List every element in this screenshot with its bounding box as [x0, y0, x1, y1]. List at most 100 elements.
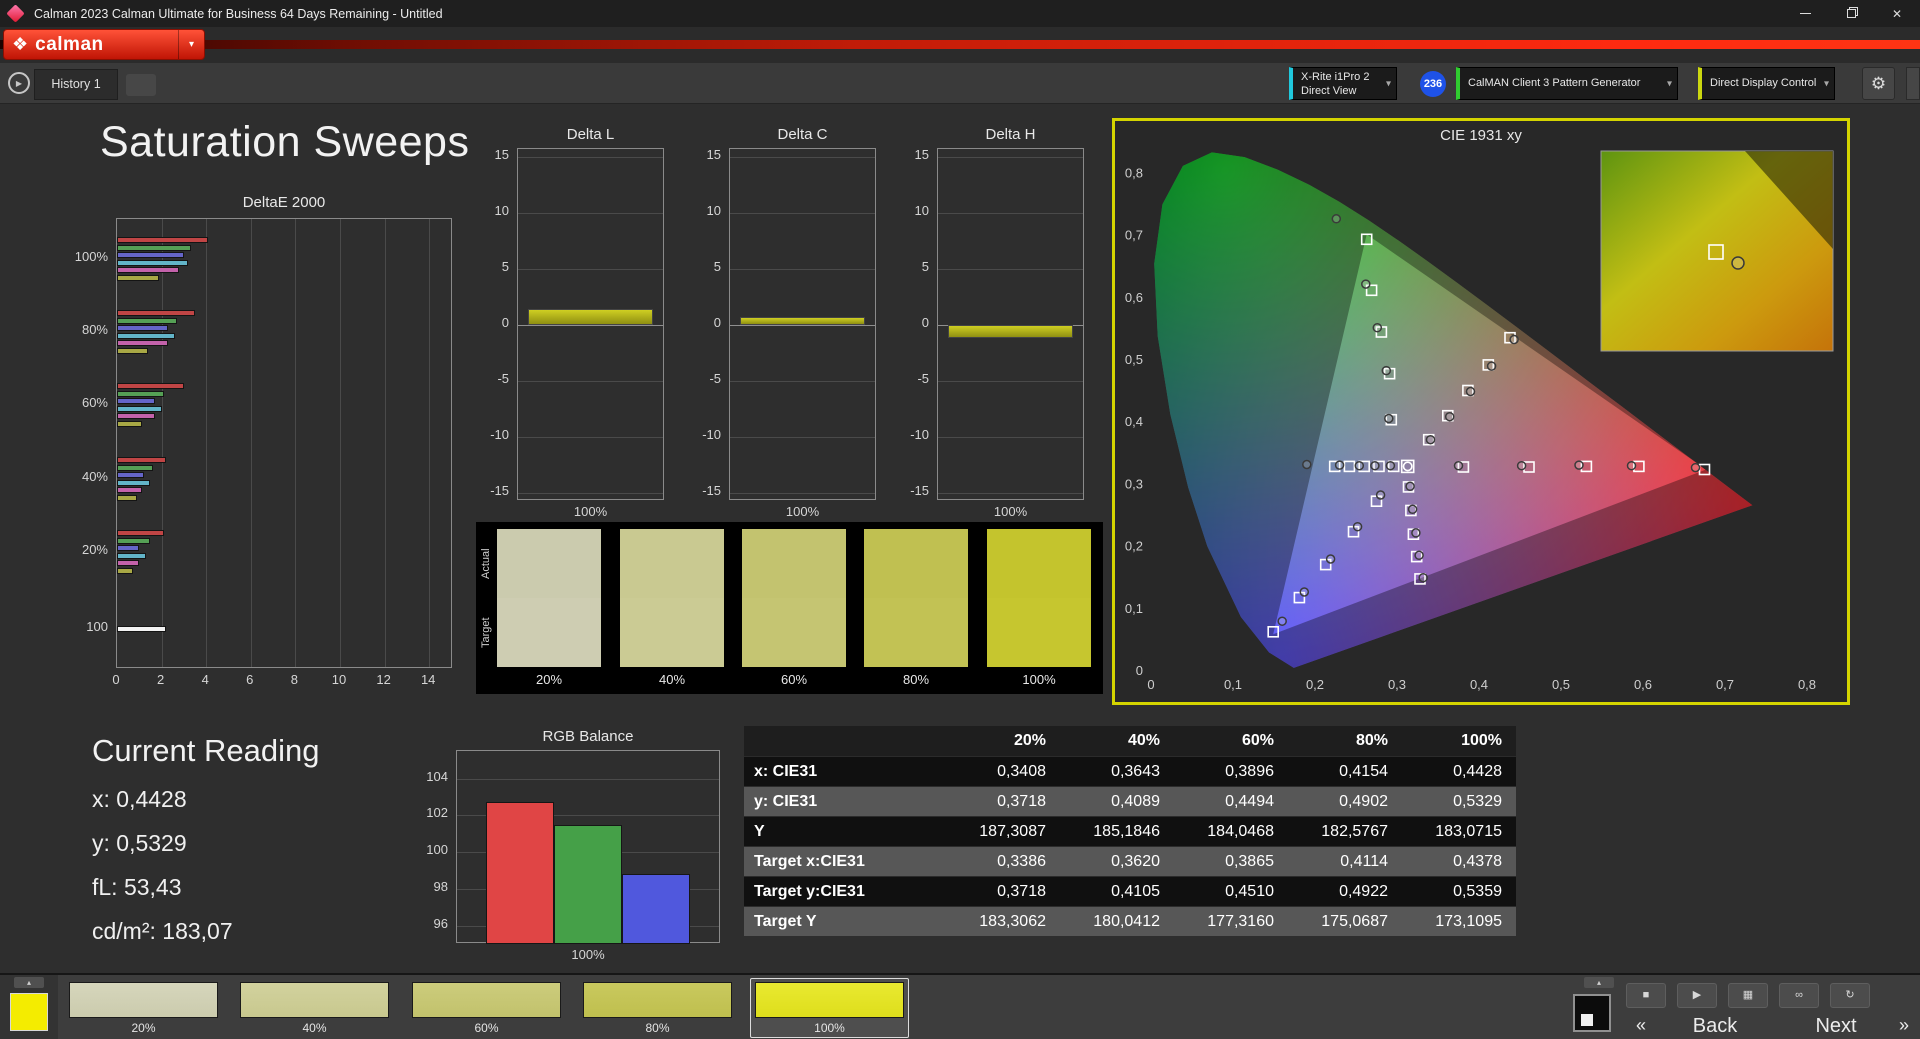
y-tick-label: 5 [501, 259, 509, 274]
toolbar-edge-button[interactable] [1906, 67, 1920, 100]
table-cell: 0,3408 [997, 763, 1046, 780]
y-tick-label: -5 [497, 371, 509, 386]
pattern-level-80%[interactable]: 80% [578, 978, 737, 1038]
settings-button[interactable]: ⚙ [1862, 67, 1895, 100]
display-control-dropdown[interactable]: Direct Display Control ▾ [1698, 67, 1835, 100]
measured-marker-magenta [1405, 481, 1415, 492]
grid-line-h [938, 437, 1083, 438]
restore-button[interactable] [1828, 0, 1874, 27]
rgb-bar-green [554, 824, 622, 944]
svg-text:0,5: 0,5 [1552, 677, 1570, 692]
bottom-bar: ▴ 20% 40% 60% 80% 100% ▴ ■ ▶ ▦ ∞ ↻ « Back Ne… [0, 973, 1920, 1039]
meter-dropdown[interactable]: X-Rite i1Pro 2 Direct View ▾ [1289, 67, 1397, 100]
current-reading-x: x: 0,4428 [92, 786, 187, 812]
y-tick-label: 102 [426, 805, 448, 821]
svg-text:0,1: 0,1 [1125, 601, 1143, 616]
table-cell: 0,4922 [1339, 883, 1388, 900]
current-reading-y: y: 0,5329 [92, 830, 187, 856]
deltae-bar-blue [117, 252, 184, 259]
pattern-level-60%[interactable]: 60% [407, 978, 566, 1038]
history-arrow-icon: ▶ [15, 78, 23, 88]
grid-line-h [730, 213, 875, 214]
grid-line-v [206, 219, 207, 667]
logo-menu-caret-icon[interactable]: ▾ [178, 30, 204, 59]
minimize-button[interactable] [1782, 0, 1828, 27]
deltae-bar-green [117, 317, 178, 324]
link-button[interactable]: ∞ [1779, 983, 1819, 1008]
grid-line-h [518, 325, 663, 326]
rgb-bar-red [486, 802, 554, 944]
save-button[interactable]: ▦ [1728, 983, 1768, 1008]
table-cell: 0,3865 [1225, 853, 1274, 870]
grid-line-h [457, 778, 719, 780]
measured-marker-magenta [1418, 572, 1428, 583]
table-row-label: Target Y [754, 913, 817, 930]
swatch-column-label: 40% [658, 672, 686, 687]
current-reading-title: Current Reading [92, 733, 320, 768]
deltae-bar-red [117, 457, 167, 464]
actual-swatch-80% [864, 529, 968, 598]
pattern-window-expand-button[interactable]: ▴ [1584, 977, 1614, 988]
pattern-level-color [583, 982, 732, 1018]
measured-marker-blue [1352, 521, 1363, 532]
table-cell: 0,4494 [1225, 793, 1274, 810]
table-cell: 0,3620 [1111, 853, 1160, 870]
measured-marker-red [1626, 460, 1637, 471]
table-cell: 0,3718 [997, 793, 1046, 810]
pattern-window-thumb [1581, 1014, 1593, 1026]
x-tick-label: 6 [246, 672, 254, 687]
y-tick-label: 5 [713, 259, 721, 274]
stop-button[interactable]: ■ [1626, 983, 1666, 1008]
pattern-window-button[interactable] [1573, 994, 1611, 1032]
measured-marker-yellow [1486, 361, 1497, 371]
svg-text:0,1: 0,1 [1224, 677, 1242, 692]
y-tick-label: 10 [706, 203, 721, 218]
meter-line1: X-Rite i1Pro 2 [1301, 71, 1370, 83]
tab-history-1[interactable]: History 1 [34, 69, 118, 100]
pattern-source-dropdown[interactable]: CalMAN Client 3 Pattern Generator ▾ [1456, 67, 1678, 100]
table-cell: 0,4114 [1340, 853, 1388, 870]
close-button[interactable]: ✕ [1874, 0, 1920, 27]
table-header-row: 20% 40% 60% 80% 100% [744, 726, 1516, 756]
play-icon: ▶ [1692, 989, 1702, 1001]
pattern-level-40%[interactable]: 40% [235, 978, 394, 1038]
pattern-source-caret-icon: ▾ [1666, 78, 1672, 89]
x-tick-label: 100% [573, 504, 608, 519]
meter-count-badge[interactable]: 236 [1420, 71, 1446, 97]
grid-line-v [340, 219, 341, 667]
table-cell: 173,1095 [1435, 913, 1502, 930]
swatch-column-label: 80% [902, 672, 930, 687]
grid-line-v [295, 219, 296, 667]
table-cell: 0,3386 [997, 853, 1046, 870]
refresh-button[interactable]: ↻ [1830, 983, 1870, 1008]
pattern-level-20%[interactable]: 20% [64, 978, 223, 1038]
next-arrow-icon: » [1898, 1015, 1909, 1035]
table-header-cell [744, 726, 946, 756]
tab-ghost[interactable] [126, 74, 156, 96]
grid-line-h [518, 381, 663, 382]
next-button[interactable]: Next [1786, 1013, 1886, 1039]
svg-text:0,6: 0,6 [1634, 677, 1652, 692]
pattern-level-color [412, 982, 561, 1018]
y-tick-label: 15 [494, 147, 509, 162]
deltae-bar-green [117, 390, 164, 397]
pattern-level-100%[interactable]: 100% [750, 978, 909, 1038]
calman-logo-button[interactable]: ❖ calman ▾ [3, 29, 205, 60]
y-tick-label: 15 [914, 147, 929, 162]
history-nav-button[interactable]: ▶ [8, 72, 30, 94]
restore-icon [1846, 9, 1856, 18]
back-button[interactable]: Back [1660, 1013, 1770, 1039]
table-row-label: y: CIE31 [754, 793, 818, 810]
window-title: Calman 2023 Calman Ultimate for Business… [34, 6, 443, 21]
saturation-swatch-panel: Actual Target 20% 40% 60% 80% 100% [476, 522, 1103, 694]
play-button[interactable]: ▶ [1677, 983, 1717, 1008]
table-cell: 183,3062 [979, 913, 1046, 930]
y-tick-label: 0 [713, 315, 721, 330]
deltae-bar-green [117, 244, 191, 251]
next-skip-button[interactable]: » [1890, 1013, 1918, 1039]
table-cell: 0,3896 [1225, 763, 1274, 780]
meter-line2: Direct View [1301, 85, 1357, 97]
target-swatch-20% [497, 598, 601, 667]
table-row: Y 187,3087 185,1846 184,0468 182,5767 183,071… [744, 816, 1516, 846]
back-skip-button[interactable]: « [1626, 1013, 1656, 1039]
